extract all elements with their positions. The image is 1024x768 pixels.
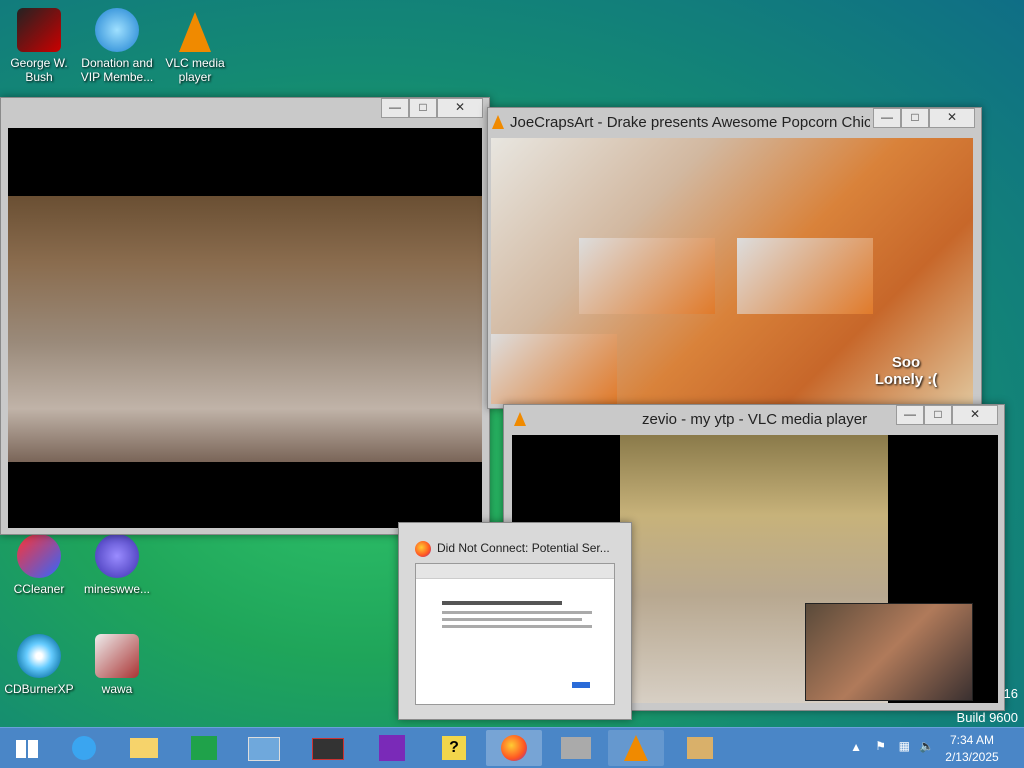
vlc-cone-icon bbox=[492, 115, 504, 129]
start-button[interactable] bbox=[4, 730, 48, 766]
wawa-icon bbox=[95, 634, 139, 678]
watermark-16: 16 bbox=[1003, 686, 1018, 701]
watermark-build: Build 9600 bbox=[956, 710, 1018, 725]
box-icon bbox=[687, 737, 713, 759]
warning-text-line bbox=[442, 611, 592, 614]
desktop-icon-label: mineswwe... bbox=[83, 582, 151, 596]
popcorn-titlebar[interactable]: JoeCrapsArt - Drake presents Awesome Pop… bbox=[488, 108, 981, 136]
volume-muted-icon[interactable]: 🔈 bbox=[919, 739, 934, 753]
thumb-3 bbox=[491, 334, 617, 404]
firefox-icon bbox=[501, 735, 527, 761]
firefox-thumbnail[interactable]: Did Not Connect: Potential Ser... bbox=[398, 522, 632, 720]
popcorn-window[interactable]: JoeCrapsArt - Drake presents Awesome Pop… bbox=[487, 107, 982, 409]
warning-heading-line bbox=[442, 601, 562, 605]
desktop-icon-wawa[interactable]: wawa bbox=[78, 634, 156, 696]
taskbar-app11[interactable] bbox=[672, 730, 728, 766]
close-button[interactable]: ✕ bbox=[952, 405, 998, 425]
taskbar-app5[interactable] bbox=[300, 730, 356, 766]
pip-frame bbox=[805, 603, 973, 701]
popcorn-video[interactable]: Soo Lonely :( bbox=[491, 138, 973, 404]
desktop-icon-label: wawa bbox=[101, 682, 133, 696]
thumbnail-preview bbox=[415, 563, 615, 705]
warning-text-line bbox=[442, 625, 592, 628]
help-icon: ? bbox=[442, 736, 466, 760]
desktop-icon-george[interactable]: George W. Bush bbox=[0, 8, 78, 84]
zevio-titlebar[interactable]: zevio - my ytp - VLC media player — □ ✕ bbox=[504, 405, 1004, 433]
minimize-button[interactable]: — bbox=[896, 405, 924, 425]
desktop-icon-label: VLC media player bbox=[165, 56, 225, 84]
taskbar-ie[interactable] bbox=[56, 730, 112, 766]
desktop-icon-cdburner[interactable]: CDBurnerXP bbox=[0, 634, 78, 696]
desktop-icon-label: CDBurnerXP bbox=[4, 682, 74, 696]
magnifier-icon bbox=[379, 735, 405, 761]
warning-text-line bbox=[442, 618, 582, 621]
go-back-button bbox=[572, 682, 590, 688]
taskbar-vlc[interactable] bbox=[608, 730, 664, 766]
brick-wall-icon bbox=[561, 737, 591, 759]
desktop-icon-minesweeper[interactable]: mineswwe... bbox=[78, 534, 156, 596]
minimize-button[interactable]: — bbox=[381, 98, 409, 118]
clock-date[interactable]: 2/13/2025 bbox=[938, 750, 1006, 764]
taskbar-photos[interactable] bbox=[236, 730, 292, 766]
desktop-icon-label: CCleaner bbox=[13, 582, 65, 596]
firefox-icon bbox=[415, 541, 431, 557]
left-video-titlebar[interactable]: — □ ✕ bbox=[1, 98, 489, 126]
taskbar-firefox[interactable] bbox=[486, 730, 542, 766]
window-title: zevio - my ytp - VLC media player bbox=[642, 411, 868, 428]
internet-explorer-icon bbox=[95, 8, 139, 52]
network-icon[interactable]: ▦ bbox=[899, 739, 910, 753]
taskbar-explorer[interactable] bbox=[116, 730, 172, 766]
desktop-icon-vlc[interactable]: VLC media player bbox=[156, 8, 234, 84]
flag-icon[interactable]: ⚑ bbox=[875, 739, 886, 753]
windows-logo-icon bbox=[16, 740, 38, 758]
taskbar-firewall[interactable] bbox=[548, 730, 604, 766]
desktop-icon-ccleaner[interactable]: CCleaner bbox=[0, 534, 78, 596]
desktop-icon-donation[interactable]: Donation and VIP Membe... bbox=[78, 8, 156, 84]
desktop-icon-label: George W. Bush bbox=[10, 56, 68, 84]
minimize-button[interactable]: — bbox=[873, 108, 901, 128]
taskbar-help[interactable]: ? bbox=[426, 730, 482, 766]
clock-time[interactable]: 7:34 AM bbox=[942, 733, 1002, 747]
taskbar: ? ▲ ⚑ ▦ 🔈 7:34 AM 2/13/2025 bbox=[0, 727, 1024, 768]
thumbnail-title: Did Not Connect: Potential Ser... bbox=[437, 541, 610, 555]
george-icon bbox=[17, 8, 61, 52]
browser-chrome bbox=[416, 564, 614, 579]
show-hidden-icons-icon[interactable]: ▲ bbox=[850, 740, 862, 754]
thumb-2 bbox=[737, 238, 873, 314]
cd-icon bbox=[17, 634, 61, 678]
store-icon bbox=[191, 736, 217, 760]
taskbar-search[interactable] bbox=[364, 730, 420, 766]
ie-icon bbox=[72, 736, 96, 760]
photo-icon bbox=[248, 737, 280, 761]
left-video-window[interactable]: — □ ✕ bbox=[0, 97, 490, 535]
window-title: JoeCrapsArt - Drake presents Awesome Pop… bbox=[510, 114, 870, 131]
maximize-button[interactable]: □ bbox=[409, 98, 437, 118]
app-icon bbox=[312, 738, 344, 760]
mine-icon bbox=[95, 534, 139, 578]
close-button[interactable]: ✕ bbox=[929, 108, 975, 128]
thumb-1 bbox=[579, 238, 715, 314]
taskbar-store[interactable] bbox=[176, 730, 232, 766]
maximize-button[interactable]: □ bbox=[924, 405, 952, 425]
popcorn-caption: Soo Lonely :( bbox=[874, 354, 938, 388]
video-frame bbox=[8, 196, 482, 462]
close-button[interactable]: ✕ bbox=[437, 98, 483, 118]
folder-icon bbox=[130, 738, 158, 758]
desktop-icon-label: Donation and VIP Membe... bbox=[80, 56, 154, 84]
vlc-cone-icon bbox=[514, 412, 526, 426]
vlc-icon bbox=[624, 735, 648, 761]
video-canvas[interactable] bbox=[8, 128, 482, 528]
vlc-icon bbox=[173, 8, 217, 52]
maximize-button[interactable]: □ bbox=[901, 108, 929, 128]
ccleaner-icon bbox=[17, 534, 61, 578]
